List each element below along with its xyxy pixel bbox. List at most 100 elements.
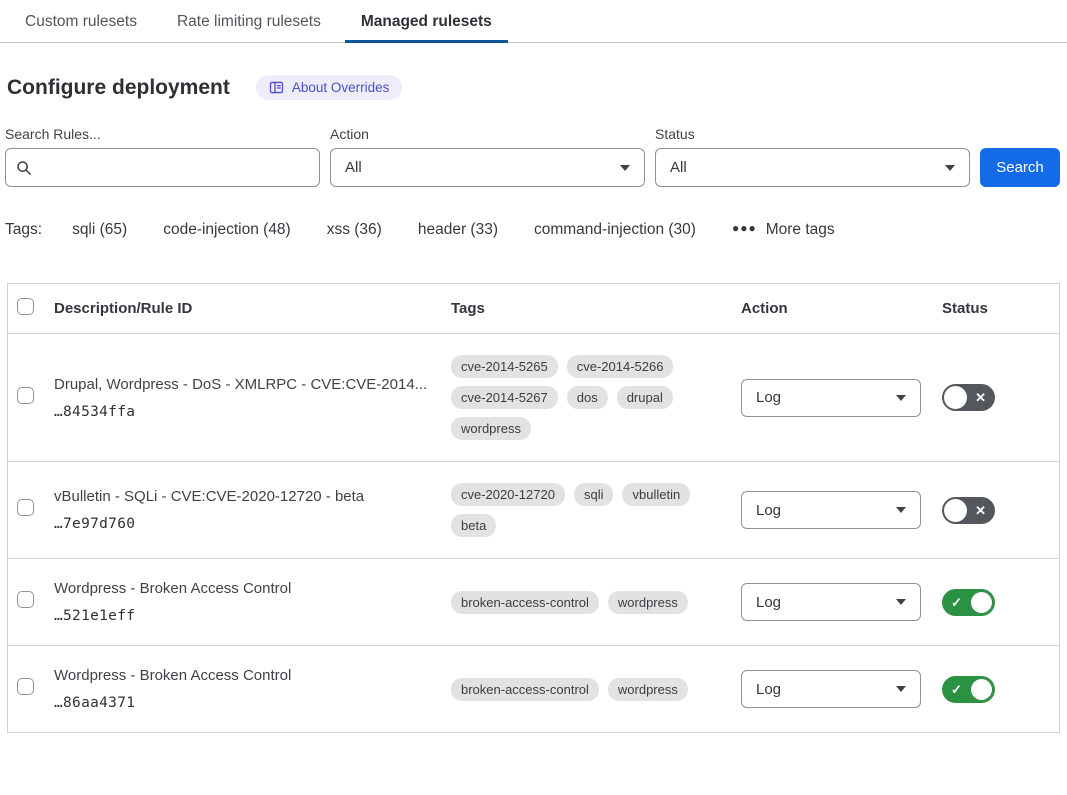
status-toggle[interactable]: ✕	[942, 497, 995, 524]
column-header-action: Action	[741, 300, 942, 317]
toggle-knob	[944, 499, 967, 522]
rule-description: Drupal, Wordpress - DoS - XMLRPC - CVE:C…	[54, 376, 451, 393]
rule-tags: cve-2014-5265 cve-2014-5266 cve-2014-5267 d…	[451, 355, 741, 440]
table-row: Drupal, Wordpress - DoS - XMLRPC - CVE:C…	[8, 334, 1059, 462]
rule-action-cell: Log	[741, 670, 942, 708]
row-action-select[interactable]: Log	[741, 491, 921, 529]
filter-bar: Search Rules... Action All Status All Se…	[0, 100, 1067, 187]
rule-status-cell: ✓	[942, 589, 1059, 616]
chevron-down-icon	[896, 686, 906, 692]
status-filter-value: All	[670, 159, 687, 176]
tag-filter-link[interactable]: xss (36)	[327, 221, 382, 239]
tag-pill: wordpress	[608, 591, 688, 614]
rule-action-cell: Log	[741, 583, 942, 621]
toggle-knob	[944, 386, 967, 409]
search-button[interactable]: Search	[980, 148, 1060, 187]
rule-status-cell: ✓	[942, 676, 1059, 703]
tags-bar: Tags: sqli (65) code-injection (48) xss (3…	[0, 187, 1067, 239]
check-icon: ✓	[944, 596, 969, 609]
rule-status-cell: ✕	[942, 497, 1059, 524]
tab-custom-rulesets[interactable]: Custom rulesets	[9, 0, 153, 43]
tag-pill: broken-access-control	[451, 591, 599, 614]
status-filter-select[interactable]: All	[655, 148, 970, 187]
page-title: Configure deployment	[7, 76, 230, 100]
x-icon: ✕	[968, 504, 993, 517]
page-header: Configure deployment About Overrides	[0, 43, 1067, 100]
column-header-description: Description/Rule ID	[54, 300, 451, 317]
row-checkbox[interactable]	[17, 499, 34, 516]
tag-filter-link[interactable]: command-injection (30)	[534, 221, 696, 239]
rule-cell: Drupal, Wordpress - DoS - XMLRPC - CVE:C…	[54, 376, 451, 420]
action-filter-label: Action	[330, 126, 645, 142]
about-overrides-badge[interactable]: About Overrides	[256, 75, 403, 100]
action-filter-select[interactable]: All	[330, 148, 645, 187]
search-input[interactable]	[40, 159, 309, 176]
tag-pill: cve-2014-5267	[451, 386, 558, 409]
rule-cell: Wordpress - Broken Access Control …521e1…	[54, 580, 451, 624]
tag-pill: wordpress	[451, 417, 531, 440]
tag-pill: wordpress	[608, 678, 688, 701]
toggle-knob	[970, 591, 993, 614]
action-select-value: Log	[756, 681, 781, 698]
about-overrides-label: About Overrides	[292, 80, 390, 95]
tag-pill: drupal	[617, 386, 673, 409]
tag-pill: cve-2014-5266	[567, 355, 674, 378]
select-all-checkbox[interactable]	[17, 298, 34, 315]
tag-pill: vbulletin	[622, 483, 690, 506]
ellipsis-icon: ●●●	[732, 221, 757, 235]
row-checkbox[interactable]	[17, 387, 34, 404]
tag-pill: dos	[567, 386, 608, 409]
row-checkbox[interactable]	[17, 678, 34, 695]
table-row: Wordpress - Broken Access Control …521e1…	[8, 559, 1059, 646]
status-toggle[interactable]: ✕	[942, 384, 995, 411]
tag-filter-link[interactable]: sqli (65)	[72, 221, 127, 239]
check-icon: ✓	[944, 683, 969, 696]
search-field-group: Search Rules...	[5, 126, 320, 187]
row-action-select[interactable]: Log	[741, 583, 921, 621]
rule-description: Wordpress - Broken Access Control	[54, 667, 451, 684]
row-action-select[interactable]: Log	[741, 379, 921, 417]
row-action-select[interactable]: Log	[741, 670, 921, 708]
tab-managed-rulesets[interactable]: Managed rulesets	[345, 0, 508, 43]
rule-tags: broken-access-control wordpress	[451, 591, 741, 614]
tag-filter-list: sqli (65) code-injection (48) xss (36) head…	[72, 221, 732, 239]
status-toggle[interactable]: ✓	[942, 589, 995, 616]
table-header-row: Description/Rule ID Tags Action Status	[8, 284, 1059, 334]
rule-status-cell: ✕	[942, 384, 1059, 411]
chevron-down-icon	[896, 599, 906, 605]
tag-filter-link[interactable]: code-injection (48)	[163, 221, 291, 239]
action-filter-group: Action All	[330, 126, 645, 187]
rule-cell: vBulletin - SQLi - CVE:CVE-2020-12720 - …	[54, 488, 451, 532]
column-header-tags: Tags	[451, 300, 741, 317]
tag-filter-link[interactable]: header (33)	[418, 221, 498, 239]
tab-rate-limiting-rulesets[interactable]: Rate limiting rulesets	[161, 0, 337, 43]
tag-pill: sqli	[574, 483, 614, 506]
rule-action-cell: Log	[741, 491, 942, 529]
rule-id: …84534ffa	[54, 404, 451, 420]
row-checkbox[interactable]	[17, 591, 34, 608]
table-row: vBulletin - SQLi - CVE:CVE-2020-12720 - …	[8, 462, 1059, 559]
tag-pill: cve-2020-12720	[451, 483, 565, 506]
chevron-down-icon	[896, 395, 906, 401]
more-tags-button[interactable]: ●●● More tags	[732, 221, 835, 239]
rule-action-cell: Log	[741, 379, 942, 417]
toggle-knob	[970, 678, 993, 701]
tags-bar-label: Tags:	[5, 221, 42, 239]
search-input-box	[5, 148, 320, 187]
book-icon	[269, 80, 284, 95]
table-row: Wordpress - Broken Access Control …86aa4…	[8, 646, 1059, 733]
table-body: Drupal, Wordpress - DoS - XMLRPC - CVE:C…	[8, 334, 1059, 733]
status-toggle[interactable]: ✓	[942, 676, 995, 703]
rule-id: …86aa4371	[54, 695, 451, 711]
column-header-status: Status	[942, 300, 1059, 317]
x-icon: ✕	[968, 391, 993, 404]
action-select-value: Log	[756, 389, 781, 406]
rule-tags: broken-access-control wordpress	[451, 678, 741, 701]
tab-bar: Custom rulesetsRate limiting rulesetsMan…	[0, 0, 1067, 43]
action-select-value: Log	[756, 502, 781, 519]
tag-pill: broken-access-control	[451, 678, 599, 701]
rule-description: vBulletin - SQLi - CVE:CVE-2020-12720 - …	[54, 488, 451, 505]
tag-pill: cve-2014-5265	[451, 355, 558, 378]
rules-table: Description/Rule ID Tags Action Status D…	[7, 283, 1060, 733]
status-filter-group: Status All	[655, 126, 970, 187]
